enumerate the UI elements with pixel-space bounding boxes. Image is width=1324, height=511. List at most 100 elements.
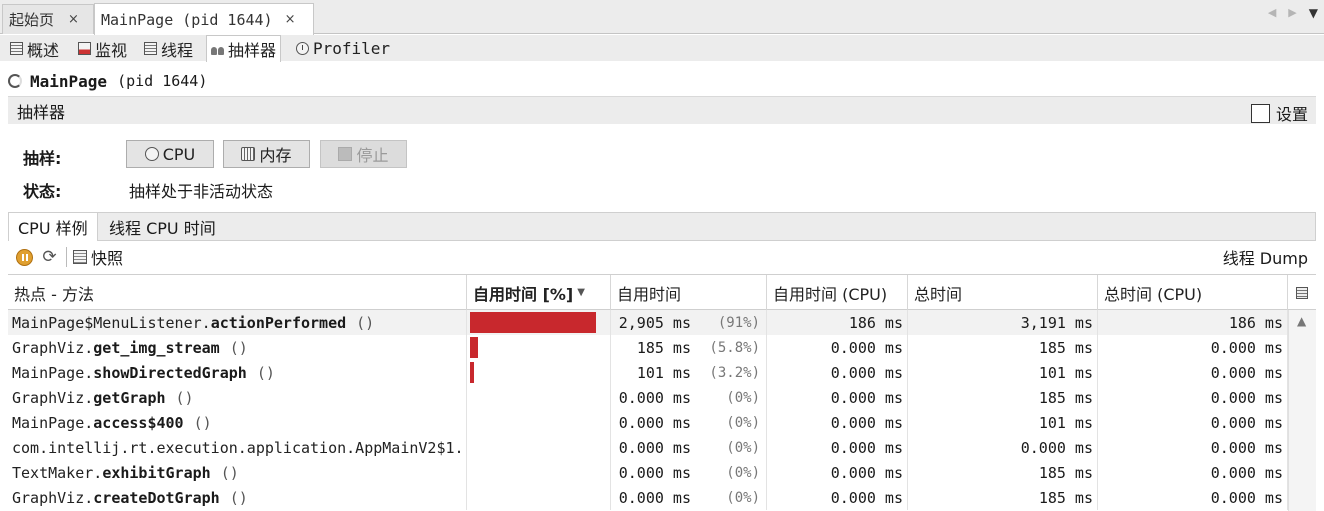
total-cpu-time: 186 ms	[1228, 313, 1283, 332]
tab-monitor[interactable]: 监视	[74, 36, 131, 61]
doc-tab-start-page[interactable]: 起始页 ×	[2, 4, 94, 34]
table-body: MainPage$MenuListener. actionPerformed() …	[8, 310, 1288, 510]
results-tab-bar: CPU 样例 线程 CPU 时间	[8, 212, 1316, 241]
method-name: get_img_stream	[93, 338, 220, 357]
method-class: MainPage.	[12, 413, 94, 432]
self-time-bar	[467, 485, 611, 510]
close-icon[interactable]: ×	[285, 12, 296, 27]
self-time-bar	[467, 335, 611, 360]
sampler-icon	[211, 43, 224, 56]
scroll-right-icon[interactable]: ▶	[1288, 6, 1296, 20]
column-label: 自用时间 (CPU)	[773, 284, 888, 304]
self-time-bar	[467, 310, 611, 335]
column-header-total-cpu[interactable]: 总时间 (CPU)	[1098, 275, 1288, 310]
self-time-bar	[467, 435, 611, 460]
method-class: GraphViz.	[12, 338, 94, 357]
self-percent: (0%)	[726, 389, 760, 406]
scroll-up-icon[interactable]: ▲	[1297, 314, 1306, 328]
column-header-total-time[interactable]: 总时间	[908, 275, 1098, 310]
column-header-self-pct[interactable]: 自用时间 [%] ▼	[467, 275, 611, 310]
snapshot-button[interactable]: 快照	[91, 245, 123, 269]
method-class: MainPage.	[12, 363, 94, 382]
table-row[interactable]: GraphViz. get_img_stream () 185 ms (5.8%) 0…	[8, 335, 1288, 360]
table-header: 热点 - 方法 自用时间 [%] ▼ 自用时间 自用时间 (CPU) 总时间 总时…	[8, 274, 1316, 310]
bar-fill	[470, 337, 478, 358]
total-cpu-time: 0.000 ms	[1210, 413, 1283, 432]
doc-tab-label: 起始页	[9, 11, 55, 29]
self-cpu-time: 186 ms	[848, 313, 903, 332]
stop-icon	[338, 147, 353, 161]
doc-tab-label: MainPage (pid 1644)	[101, 10, 273, 29]
pause-icon[interactable]	[16, 248, 33, 266]
snapshot-icon[interactable]	[73, 250, 87, 264]
total-cpu-time: 0.000 ms	[1210, 438, 1283, 457]
self-time: 0.000 ms	[618, 488, 691, 507]
overview-icon	[10, 42, 23, 55]
monitor-icon	[78, 42, 91, 55]
total-cpu-time: 0.000 ms	[1210, 463, 1283, 482]
table-row[interactable]: GraphViz. getGraph () 0.000 ms (0%) 0.000 m…	[8, 385, 1288, 410]
self-time-bar	[467, 460, 611, 485]
column-label: 总时间 (CPU)	[1104, 284, 1203, 304]
column-header-self-time[interactable]: 自用时间	[611, 275, 767, 310]
self-cpu-time: 0.000 ms	[830, 388, 903, 407]
tab-threads[interactable]: 线程	[140, 36, 197, 61]
total-cpu-time: 0.000 ms	[1210, 363, 1283, 382]
tab-label: 监视	[95, 40, 128, 60]
self-percent: (3.2%)	[709, 364, 760, 381]
page-title: MainPage (pid 1644)	[8, 70, 207, 92]
table-row[interactable]: MainPage. access$400 () 0.000 ms (0%) 0.000…	[8, 410, 1288, 435]
self-time-bar	[467, 410, 611, 435]
self-cpu-time: 0.000 ms	[830, 488, 903, 507]
method-class: MainPage$MenuListener.	[12, 313, 211, 332]
method-args: ()	[229, 488, 248, 507]
column-header-method[interactable]: 热点 - 方法	[8, 275, 467, 310]
method-args: ()	[256, 363, 275, 382]
thread-dump-button[interactable]: 线程 Dump	[1223, 245, 1308, 269]
total-time: 0.000 ms	[1020, 438, 1093, 457]
clock-icon	[144, 147, 159, 161]
view-tab-bar: 概述 监视 线程 抽样器 Profiler	[0, 35, 1324, 62]
tab-sampler[interactable]: 抽样器	[206, 35, 282, 62]
total-time: 185 ms	[1038, 488, 1093, 507]
tab-cpu-samples[interactable]: CPU 样例	[9, 213, 98, 241]
column-chooser[interactable]	[1288, 275, 1316, 310]
tab-profiler[interactable]: Profiler	[292, 36, 394, 61]
scroll-left-icon[interactable]: ◀	[1268, 6, 1276, 20]
close-icon[interactable]: ×	[68, 12, 79, 27]
toolbar-separator	[66, 247, 67, 267]
settings-checkbox[interactable]	[1250, 103, 1270, 123]
table-row[interactable]: GraphViz. createDotGraph () 0.000 ms (0%) 0…	[8, 485, 1288, 510]
total-cpu-time: 0.000 ms	[1210, 338, 1283, 357]
memory-sample-button[interactable]: 内存	[223, 140, 310, 168]
cpu-sample-button[interactable]: CPU	[126, 140, 214, 168]
settings-label: 设置	[1275, 105, 1308, 124]
self-percent: (0%)	[726, 414, 760, 431]
refresh-icon[interactable]: ⟳	[41, 247, 58, 267]
method-args: ()	[356, 313, 375, 332]
settings-toggle[interactable]: 设置	[1250, 101, 1308, 125]
table-row[interactable]: MainPage$MenuListener. actionPerformed() …	[8, 310, 1288, 335]
self-time: 0.000 ms	[618, 438, 691, 457]
method-class: com.intellij.rt.execution.application.Ap…	[12, 438, 467, 457]
tab-label: 抽样器	[228, 41, 277, 60]
method-class: GraphViz.	[12, 388, 94, 407]
table-row[interactable]: TextMaker. exhibitGraph () 0.000 ms (0%) 0.…	[8, 460, 1288, 485]
vertical-scrollbar[interactable]: ▲	[1288, 310, 1316, 511]
self-cpu-time: 0.000 ms	[830, 363, 903, 382]
self-cpu-time: 0.000 ms	[830, 413, 903, 432]
self-time: 0.000 ms	[618, 388, 691, 407]
table-row[interactable]: com.intellij.rt.execution.application.Ap…	[8, 435, 1288, 460]
doc-tab-mainpage[interactable]: MainPage (pid 1644) ×	[94, 3, 314, 35]
stop-button[interactable]: 停止	[320, 140, 407, 168]
method-class: TextMaker.	[12, 463, 103, 482]
tab-list-dropdown-icon[interactable]: ▼	[1309, 6, 1318, 20]
status-value: 抽样处于非活动状态	[129, 182, 274, 201]
column-chooser-icon	[1296, 286, 1308, 299]
table-row[interactable]: MainPage. showDirectedGraph () 101 ms (3.2%…	[8, 360, 1288, 385]
column-label: 自用时间	[617, 284, 682, 304]
column-header-self-cpu[interactable]: 自用时间 (CPU)	[767, 275, 908, 310]
tab-thread-cpu-time[interactable]: 线程 CPU 时间	[100, 213, 225, 241]
results-toolbar: ⟳ 快照 线程 Dump	[8, 243, 1316, 271]
tab-overview[interactable]: 概述	[6, 36, 63, 61]
